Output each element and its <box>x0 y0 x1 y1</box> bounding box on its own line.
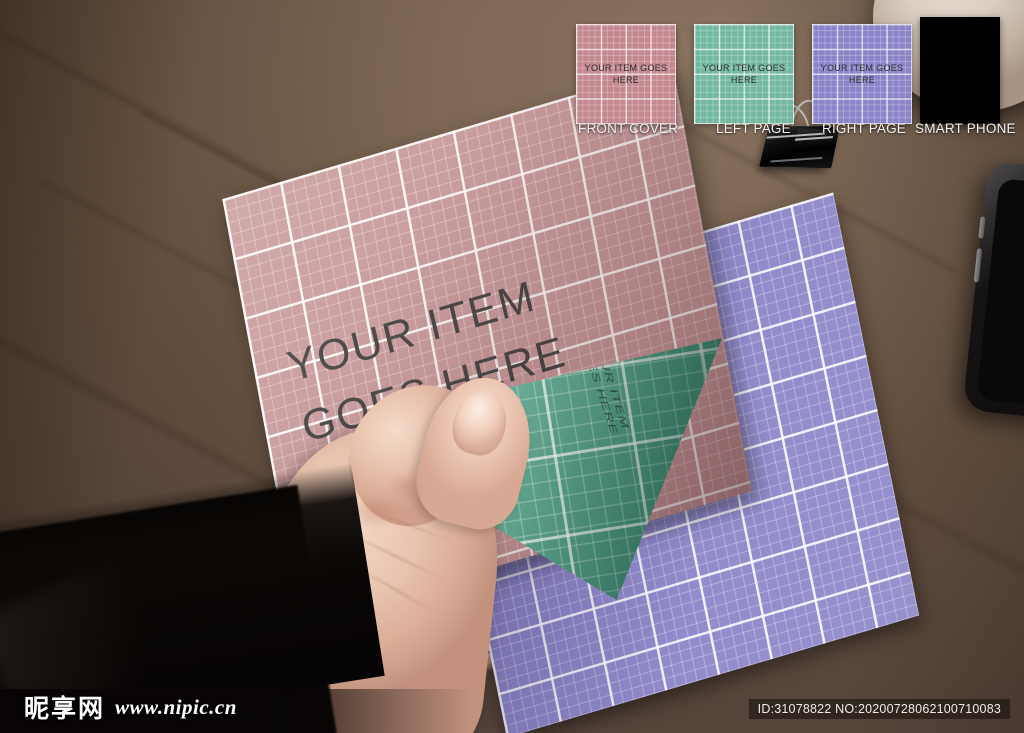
watermark-brand-cn: 昵享网 <box>24 694 106 723</box>
swatch-text-right-page: YOUR ITEM GOES HERE <box>820 63 904 85</box>
swatch-label-right-page: RIGHT PAGE <box>822 121 907 136</box>
swatch-label-front-cover: FRONT COVER <box>578 121 679 136</box>
image-id-text: ID:31078822 NO:20200728062100710083 <box>748 699 1010 719</box>
swatch-text-front-cover: YOUR ITEM GOES HERE <box>584 63 668 85</box>
swatch-label-left-page: LEFT PAGE <box>716 121 791 136</box>
swatch-text-left-page: YOUR ITEM GOES HERE <box>702 63 786 85</box>
swatch-label-smart-phone: SMART PHONE <box>915 121 1016 136</box>
swatch-smart-phone[interactable] <box>920 17 1000 124</box>
mockup-scene: ...EM ...ERE YOUR ITEM GOES HERE YOUR IT… <box>0 0 1024 733</box>
swatch-front-cover[interactable]: YOUR ITEM GOES HERE <box>576 24 676 124</box>
swatch-left-page[interactable]: YOUR ITEM GOES HERE <box>694 24 794 124</box>
watermark-url: www.nipic.cn <box>115 694 237 719</box>
swatch-strip: YOUR ITEM GOES HERE YOUR ITEM GOES HERE … <box>0 0 1024 150</box>
watermark: 昵享网 www.nipic.cn <box>24 689 237 725</box>
knuckle <box>380 467 434 507</box>
swatch-right-page[interactable]: YOUR ITEM GOES HERE <box>812 24 912 124</box>
